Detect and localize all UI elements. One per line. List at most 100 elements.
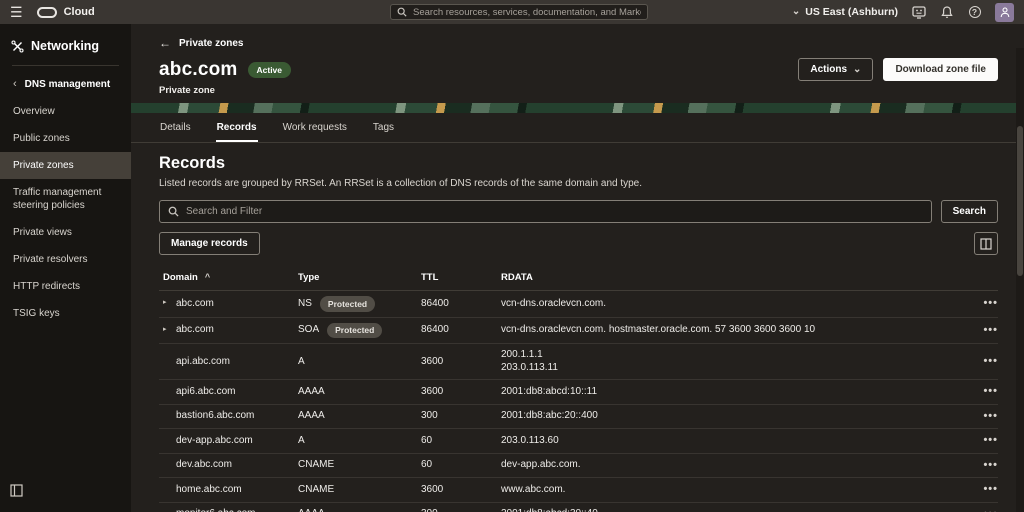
row-actions-menu-icon[interactable]: ••• <box>983 508 998 512</box>
search-button[interactable]: Search <box>940 200 998 223</box>
sidebar-back-dns-management[interactable]: ‹ DNS management <box>0 70 131 98</box>
row-ttl: 60 <box>421 459 433 471</box>
brand-label: Cloud <box>63 6 95 18</box>
collapse-sidebar-icon[interactable] <box>10 484 23 502</box>
row-rdata: vcn-dns.oraclevcn.com. hostmaster.oracle… <box>501 324 816 336</box>
row-domain: abc.com <box>176 324 214 336</box>
column-header-ttl[interactable]: TTL <box>421 272 501 283</box>
row-domain: dev.abc.com <box>176 459 232 471</box>
search-icon <box>168 206 179 217</box>
actions-button[interactable]: Actions ⌄ <box>798 58 874 81</box>
column-header-type[interactable]: Type <box>298 272 421 283</box>
table-row[interactable]: ▸ home.abc.com CNAME 3600 www.abc.com. •… <box>159 478 998 503</box>
sidebar-item-traffic-management-steering-policies[interactable]: Traffic management steering policies <box>0 179 131 219</box>
breadcrumb-label: Private zones <box>179 37 244 49</box>
row-rdata: vcn-dns.oraclevcn.com. <box>501 297 607 309</box>
row-type: A <box>298 355 305 367</box>
table-row[interactable]: ▸ dev.abc.com CNAME 60 dev-app.abc.com. … <box>159 454 998 479</box>
row-ttl: 86400 <box>421 324 449 336</box>
table-row[interactable]: ▸ monitor6.abc.com AAAA 300 2001:db8:abc… <box>159 503 998 512</box>
row-type: NS <box>298 297 312 309</box>
topbar-right-controls: ⌄ US East (Ashburn) ? <box>792 2 1014 22</box>
column-header-rdata[interactable]: RDATA <box>501 272 962 283</box>
sidebar-item-http-redirects[interactable]: HTTP redirects <box>0 273 131 300</box>
row-ttl: 3600 <box>421 355 444 367</box>
expand-caret-icon[interactable]: ▸ <box>163 326 170 335</box>
profile-avatar[interactable] <box>995 2 1014 22</box>
scrollbar-thumb[interactable] <box>1017 126 1023 276</box>
expand-caret-icon[interactable]: ▸ <box>163 299 170 308</box>
networking-icon <box>11 39 24 53</box>
sidebar-item-overview[interactable]: Overview <box>0 98 131 125</box>
row-actions-menu-icon[interactable]: ••• <box>983 324 998 336</box>
table-row[interactable]: ▸ dev-app.abc.com A 60 203.0.113.60 ••• <box>159 429 998 454</box>
topbar: ☰ Cloud Search resources, services, docu… <box>0 0 1024 24</box>
row-rdata: 2001:db8:abcd:30::40 <box>501 508 962 512</box>
row-type: CNAME <box>298 483 335 495</box>
person-icon <box>1000 6 1009 17</box>
records-search-placeholder: Search and Filter <box>186 206 263 217</box>
table-columns-icon[interactable] <box>974 232 998 255</box>
tab-work-requests[interactable]: Work requests <box>282 113 348 142</box>
sidebar-item-public-zones[interactable]: Public zones <box>0 125 131 152</box>
row-ttl: 3600 <box>421 385 444 397</box>
global-search-placeholder: Search resources, services, documentatio… <box>413 6 641 18</box>
sidebar-back-label: DNS management <box>24 79 111 90</box>
sidebar-item-private-views[interactable]: Private views <box>0 219 131 246</box>
row-domain: api6.abc.com <box>176 385 236 397</box>
records-heading: Records <box>159 154 226 172</box>
page-title: abc.com <box>159 58 238 80</box>
table-row[interactable]: ▸ abc.com SOA Protected 86400 vcn-dns.or… <box>159 318 998 345</box>
hamburger-menu-icon[interactable]: ☰ <box>10 5 23 19</box>
row-actions-menu-icon[interactable]: ••• <box>983 297 998 309</box>
row-rdata: 200.1.1.1 203.0.113.11 <box>501 349 558 373</box>
row-actions-menu-icon[interactable]: ••• <box>983 483 998 495</box>
row-type: SOA <box>298 324 320 336</box>
row-domain: bastion6.abc.com <box>176 410 255 422</box>
sidebar-items: Overview Public zones Private zones Traffic… <box>0 98 131 327</box>
global-search-input[interactable]: Search resources, services, documentatio… <box>390 4 648 20</box>
records-description: Listed records are grouped by RRSet. An … <box>159 178 643 189</box>
row-domain: api.abc.com <box>176 355 230 367</box>
help-icon[interactable]: ? <box>967 5 982 20</box>
breadcrumb[interactable]: ← Private zones <box>159 37 998 49</box>
tab-details[interactable]: Details <box>159 113 192 142</box>
protected-badge: Protected <box>319 296 376 312</box>
status-badge: Active <box>247 61 292 78</box>
notifications-bell-icon[interactable] <box>939 5 954 20</box>
protected-badge: Protected <box>327 322 383 339</box>
tab-bar: Details Records Work requests Tags <box>131 113 1024 143</box>
download-zone-file-button[interactable]: Download zone file <box>883 58 998 81</box>
sidebar-item-private-resolvers[interactable]: Private resolvers <box>0 246 131 273</box>
row-actions-menu-icon[interactable]: ••• <box>983 434 998 446</box>
back-arrow-icon: ← <box>159 36 171 50</box>
chevron-down-icon: ⌄ <box>791 6 801 17</box>
row-type: AAAA <box>298 385 325 397</box>
row-actions-menu-icon[interactable]: ••• <box>983 355 998 367</box>
row-actions-menu-icon[interactable]: ••• <box>983 459 998 471</box>
row-rdata: dev-app.abc.com. <box>501 459 581 471</box>
tab-records[interactable]: Records <box>215 113 258 142</box>
row-ttl: 300 <box>421 508 501 512</box>
row-actions-menu-icon[interactable]: ••• <box>983 385 998 397</box>
chevron-left-icon: ‹ <box>13 78 17 90</box>
brand-logo[interactable]: Cloud <box>36 6 95 18</box>
table-row[interactable]: ▸ abc.com NS Protected 86400 vcn-dns.ora… <box>159 291 998 318</box>
manage-records-button[interactable]: Manage records <box>159 232 260 255</box>
table-row[interactable]: ▸ api.abc.com A 3600 200.1.1.1203.0.113.… <box>159 344 998 381</box>
table-row[interactable]: ▸ api6.abc.com AAAA 3600 2001:db8:abcd:1… <box>159 380 998 405</box>
tab-tags[interactable]: Tags <box>372 113 395 142</box>
row-rdata: 203.0.113.60 <box>501 434 559 446</box>
records-search-input[interactable]: Search and Filter <box>159 200 932 223</box>
sidebar-item-private-zones[interactable]: Private zones <box>0 152 131 179</box>
table-row[interactable]: ▸ bastion6.abc.com AAAA 300 2001:db8:abc… <box>159 405 998 430</box>
cloud-shell-icon[interactable] <box>911 5 926 20</box>
oracle-logo-icon <box>36 6 57 18</box>
row-actions-menu-icon[interactable]: ••• <box>983 410 998 422</box>
vertical-scrollbar[interactable] <box>1016 48 1024 512</box>
region-selector[interactable]: ⌄ US East (Ashburn) <box>792 6 898 18</box>
column-header-domain[interactable]: Domain ^ <box>159 272 298 283</box>
sort-ascending-icon: ^ <box>204 272 211 282</box>
records-table-body: ▸ abc.com NS Protected 86400 vcn-dns.ora… <box>159 291 998 512</box>
sidebar-item-tsig-keys[interactable]: TSIG keys <box>0 300 131 327</box>
